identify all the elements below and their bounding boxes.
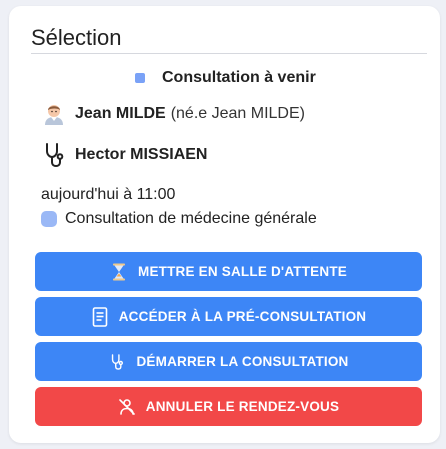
waiting-room-label: METTRE EN SALLE D'ATTENTE	[138, 264, 347, 279]
cancel-appointment-label: ANNULER LE RENDEZ-VOUS	[145, 399, 340, 414]
patient-birth-name: (né.e Jean MILDE)	[170, 105, 305, 122]
cancel-appointment-icon	[118, 397, 136, 417]
doctor-name: Hector MISSIAEN	[75, 146, 208, 163]
status-label: Consultation à venir	[162, 69, 316, 86]
stethoscope-icon	[108, 352, 126, 372]
stethoscope-icon	[41, 142, 67, 168]
consultation-type-label: Consultation de médecine générale	[65, 210, 317, 227]
appointment-status: Consultation à venir	[135, 69, 316, 87]
start-consultation-label: DÉMARRER LA CONSULTATION	[136, 354, 349, 369]
waiting-room-button[interactable]: METTRE EN SALLE D'ATTENTE	[35, 252, 422, 291]
card-title: Sélection	[31, 25, 122, 50]
pre-consultation-button[interactable]: ACCÉDER À LA PRÉ-CONSULTATION	[35, 297, 422, 336]
title-divider	[31, 53, 427, 54]
patient-name: Jean MILDE	[75, 105, 166, 122]
patient-row: Jean MILDE (né.e Jean MILDE)	[41, 101, 305, 127]
appointment-datetime: aujourd'hui à 11:00	[41, 186, 176, 203]
hourglass-icon	[110, 262, 128, 282]
pre-consultation-label: ACCÉDER À LA PRÉ-CONSULTATION	[118, 309, 367, 324]
cancel-appointment-button[interactable]: ANNULER LE RENDEZ-VOUS	[35, 387, 422, 426]
consultation-type-marker	[41, 211, 57, 227]
patient-avatar-icon	[41, 101, 67, 127]
consultation-type: Consultation de médecine générale	[41, 210, 317, 228]
document-icon	[91, 306, 109, 327]
status-color-marker	[135, 73, 145, 83]
start-consultation-button[interactable]: DÉMARRER LA CONSULTATION	[35, 342, 422, 381]
doctor-row: Hector MISSIAEN	[41, 142, 207, 168]
